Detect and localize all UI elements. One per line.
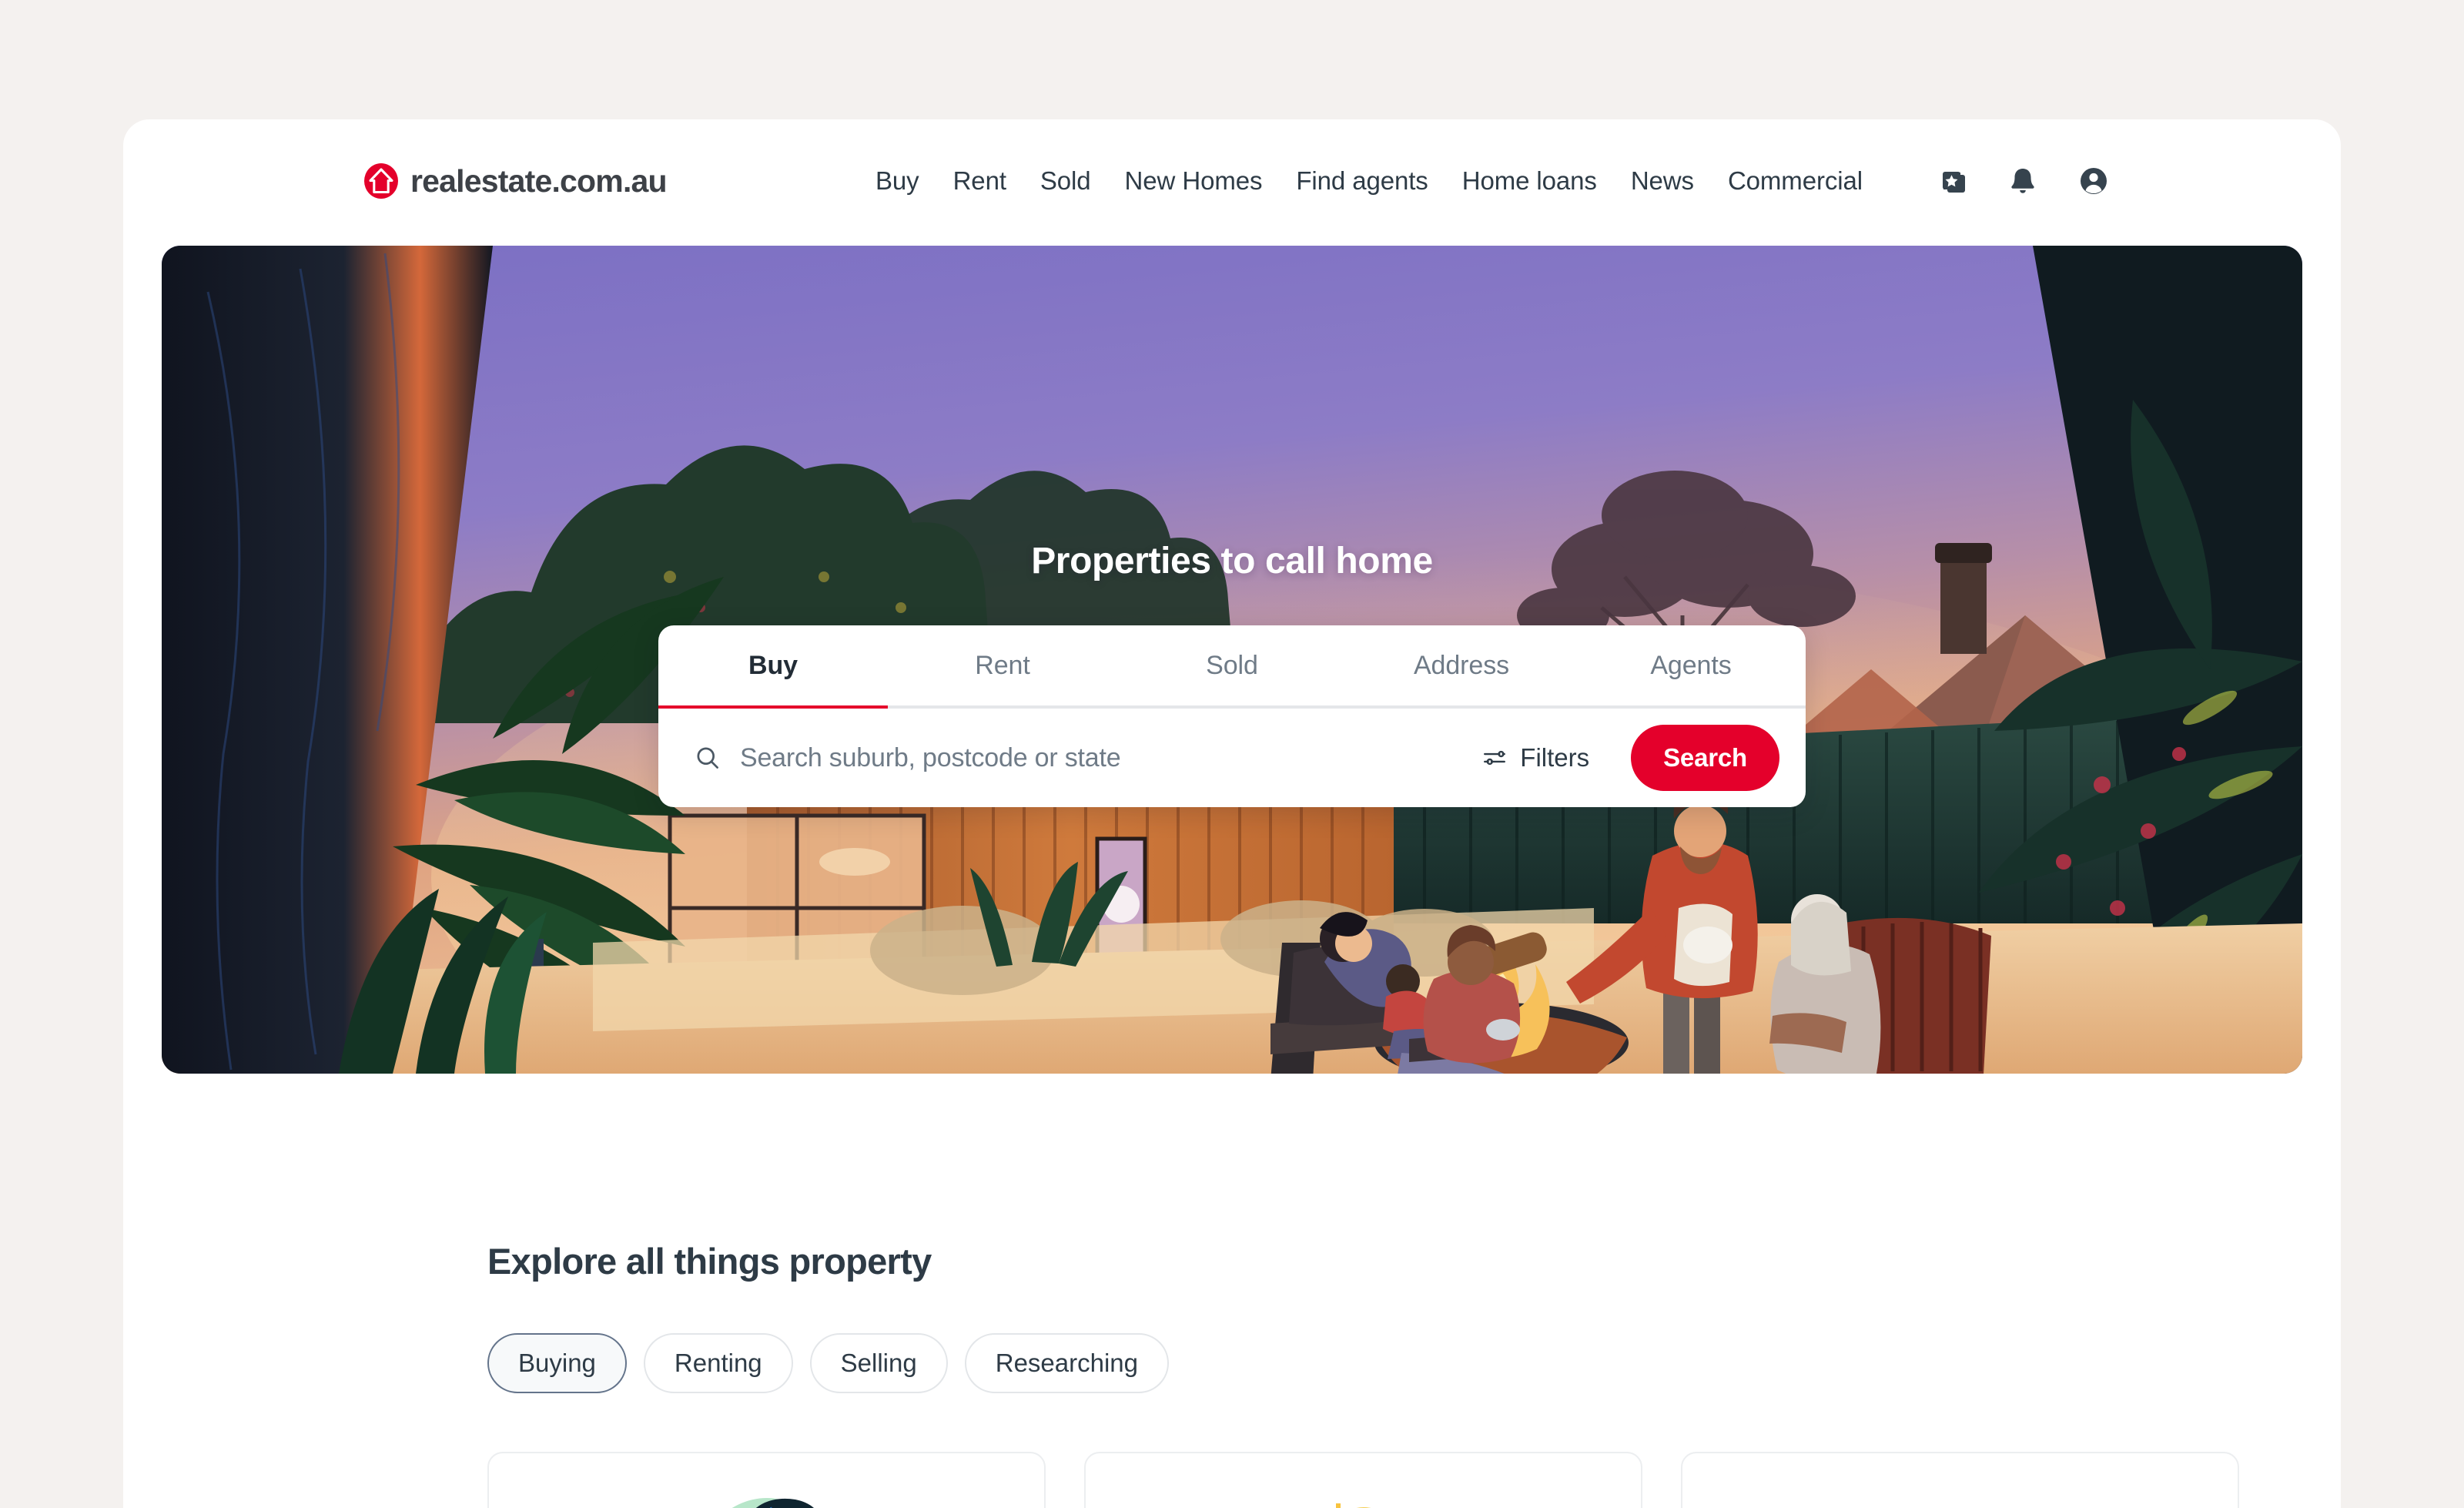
house-with-rising-arrow-star-illustration	[1849, 1467, 2072, 1508]
filters-button[interactable]: Filters	[1468, 734, 1603, 782]
pill-buying[interactable]: Buying	[487, 1333, 627, 1393]
nav-item-buy[interactable]: Buy	[859, 156, 936, 206]
pill-renting[interactable]: Renting	[643, 1333, 793, 1393]
browser-window: realestate.com.au Buy Rent Sold New Home…	[123, 119, 2341, 1508]
nav-item-new-homes[interactable]: New Homes	[1108, 156, 1280, 206]
search-input[interactable]	[729, 742, 1461, 773]
hero-search-panel: Buy Rent Sold Address Agents Search subu…	[658, 625, 1806, 807]
house-arrow-icon	[364, 163, 398, 199]
tab-agents[interactable]: Agents	[1576, 625, 1806, 705]
nav-item-find-agents[interactable]: Find agents	[1279, 156, 1445, 206]
pill-selling[interactable]: Selling	[809, 1333, 948, 1393]
account-avatar-icon[interactable]	[2076, 163, 2111, 199]
tab-address[interactable]: Address	[1347, 625, 1576, 705]
search-icon	[697, 747, 718, 769]
explore-filter-pills: Buying Renting Selling Researching	[487, 1333, 2341, 1393]
explore-title: Explore all things property	[487, 1241, 932, 1282]
header-icon-group	[1934, 163, 2111, 199]
sliders-icon	[1484, 750, 1506, 766]
nav-item-rent[interactable]: Rent	[936, 156, 1023, 206]
brand-logo[interactable]: realestate.com.au	[363, 163, 668, 199]
woman-with-binoculars-illustration	[732, 1498, 814, 1508]
hero-banner: Properties to call home Buy Rent Sold Ad…	[162, 246, 2302, 1074]
nav-item-home-loans[interactable]: Home loans	[1445, 156, 1614, 206]
nav-item-commercial[interactable]: Commercial	[1711, 156, 1880, 206]
notification-bell-icon[interactable]	[2007, 163, 2039, 199]
explore-section: Explore all things property Buying Renti…	[487, 1240, 2341, 1508]
primary-nav: Buy Rent Sold New Homes Find agents Home…	[859, 156, 1880, 206]
search-tabs: Buy Rent Sold Address Agents	[658, 625, 1806, 709]
search-button[interactable]: Search	[1631, 725, 1779, 791]
top-navigation-bar: realestate.com.au Buy Rent Sold New Home…	[123, 119, 2341, 243]
tab-rent[interactable]: Rent	[888, 625, 1117, 705]
filters-label: Filters	[1520, 743, 1590, 772]
pill-researching[interactable]: Researching	[964, 1333, 1170, 1393]
tab-buy[interactable]: Buy	[658, 625, 888, 709]
brand-name: realestate.com.au	[410, 163, 668, 199]
house-with-gold-coin-illustration: $	[1331, 1503, 1371, 1508]
nav-item-news[interactable]: News	[1614, 156, 1711, 206]
explore-cards: $	[487, 1452, 2341, 1508]
hero-title: Properties to call home	[1031, 541, 1433, 581]
search-row: Filters Search	[658, 709, 1806, 807]
saved-properties-icon[interactable]	[1934, 163, 1970, 199]
nav-item-sold[interactable]: Sold	[1023, 156, 1108, 206]
explore-card-selling[interactable]	[1681, 1452, 2239, 1508]
tab-sold[interactable]: Sold	[1117, 625, 1347, 705]
explore-card-renting[interactable]: $	[1084, 1452, 1642, 1508]
explore-card-buying[interactable]	[487, 1452, 1046, 1508]
